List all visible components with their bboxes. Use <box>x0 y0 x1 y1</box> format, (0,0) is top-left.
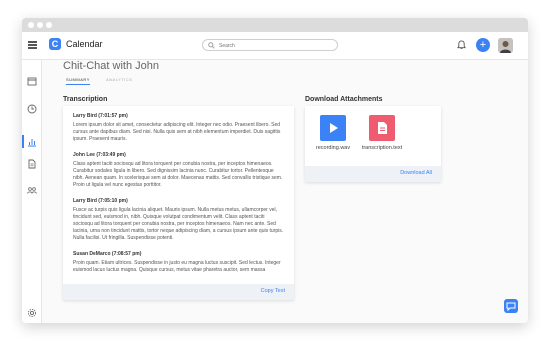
window-close-dot[interactable] <box>28 22 34 28</box>
window-maximize-dot[interactable] <box>46 22 52 28</box>
top-navbar: C Calendar + <box>22 32 528 60</box>
chat-button[interactable] <box>504 299 518 313</box>
copy-text-link[interactable]: Copy Text <box>261 288 285 294</box>
chat-bubble-icon <box>506 302 516 312</box>
transcript-entry: Larry Bird (7:05:10 pm) Fusce ac turpis … <box>73 198 284 242</box>
speaker-label: John Lee (7:03:49 pm) <box>73 152 126 158</box>
tab-summary[interactable]: SUMMARY <box>66 77 90 85</box>
window-titlebar <box>22 18 528 32</box>
transcription-card: Larry Bird (7:01:57 pm) Lorem ipsum dolo… <box>63 106 294 300</box>
transcript-entry: John Lee (7:03:49 pm) Class aptent tacit… <box>73 152 284 189</box>
analytics-icon[interactable] <box>27 137 37 147</box>
main-content: Chit-Chat with John SUMMARY ANALYTICS Tr… <box>42 60 528 323</box>
search-box[interactable] <box>202 39 338 51</box>
transcription-footer: Copy Text <box>63 284 294 300</box>
settings-icon[interactable] <box>27 308 37 318</box>
user-avatar[interactable] <box>498 38 513 53</box>
attachments-card: recording.wav transcription.text Downloa… <box>305 106 441 182</box>
calendar-icon[interactable] <box>27 76 37 86</box>
attachment-recording[interactable]: recording.wav <box>308 115 358 151</box>
speaker-label: Larry Bird (7:05:10 pm) <box>73 198 128 204</box>
calendar-logo-icon: C <box>49 38 61 50</box>
document-icon[interactable] <box>27 159 37 169</box>
message-text: Fusce ac turpis quis ligula lacinia aliq… <box>73 207 284 241</box>
message-text: Class aptent taciti sociosqu ad litora t… <box>73 161 283 188</box>
bell-icon[interactable] <box>457 40 466 50</box>
search-input[interactable] <box>219 41 331 50</box>
transcription-title: Transcription <box>63 96 108 103</box>
sidebar-active-indicator <box>22 135 24 148</box>
transcription-scroll-area[interactable]: Larry Bird (7:01:57 pm) Lorem ipsum dolo… <box>63 106 294 284</box>
speaker-label: Susan DeMarco (7:08:57 pm) <box>73 251 142 257</box>
sidebar <box>22 60 42 323</box>
attachments-footer: Download All <box>305 166 441 182</box>
document-icon <box>378 122 387 134</box>
transcript-entry: Susan DeMarco (7:08:57 pm) Proin quam. E… <box>73 251 284 274</box>
message-text: Proin quam. Etiam ultrices. Suspendisse … <box>73 260 281 273</box>
app-name: Calendar <box>66 39 103 49</box>
audio-file-thumb[interactable] <box>320 115 346 141</box>
search-icon <box>208 42 215 49</box>
menu-icon[interactable] <box>28 41 37 49</box>
add-button[interactable]: + <box>476 38 490 52</box>
tab-analytics[interactable]: ANALYTICS <box>106 77 132 82</box>
download-all-link[interactable]: Download All <box>400 170 432 176</box>
text-file-thumb[interactable] <box>369 115 395 141</box>
message-text: Lorem ipsum dolor sit amet, consectetur … <box>73 122 281 142</box>
transcript-entry: Larry Bird (7:01:57 pm) Lorem ipsum dolo… <box>73 113 284 143</box>
speaker-label: Larry Bird (7:01:57 pm) <box>73 113 128 119</box>
user-photo-icon <box>498 38 513 53</box>
play-icon <box>330 123 338 133</box>
attachment-name: recording.wav <box>315 145 351 151</box>
window-minimize-dot[interactable] <box>37 22 43 28</box>
team-icon[interactable] <box>27 185 37 195</box>
app-window: C Calendar + <box>22 18 528 323</box>
attachments-title: Download Attachments <box>305 96 383 103</box>
page-title: Chit-Chat with John <box>63 60 159 72</box>
attachment-name: transcription.text <box>361 145 403 151</box>
attachment-transcription[interactable]: transcription.text <box>357 115 407 151</box>
clock-icon[interactable] <box>27 104 37 114</box>
